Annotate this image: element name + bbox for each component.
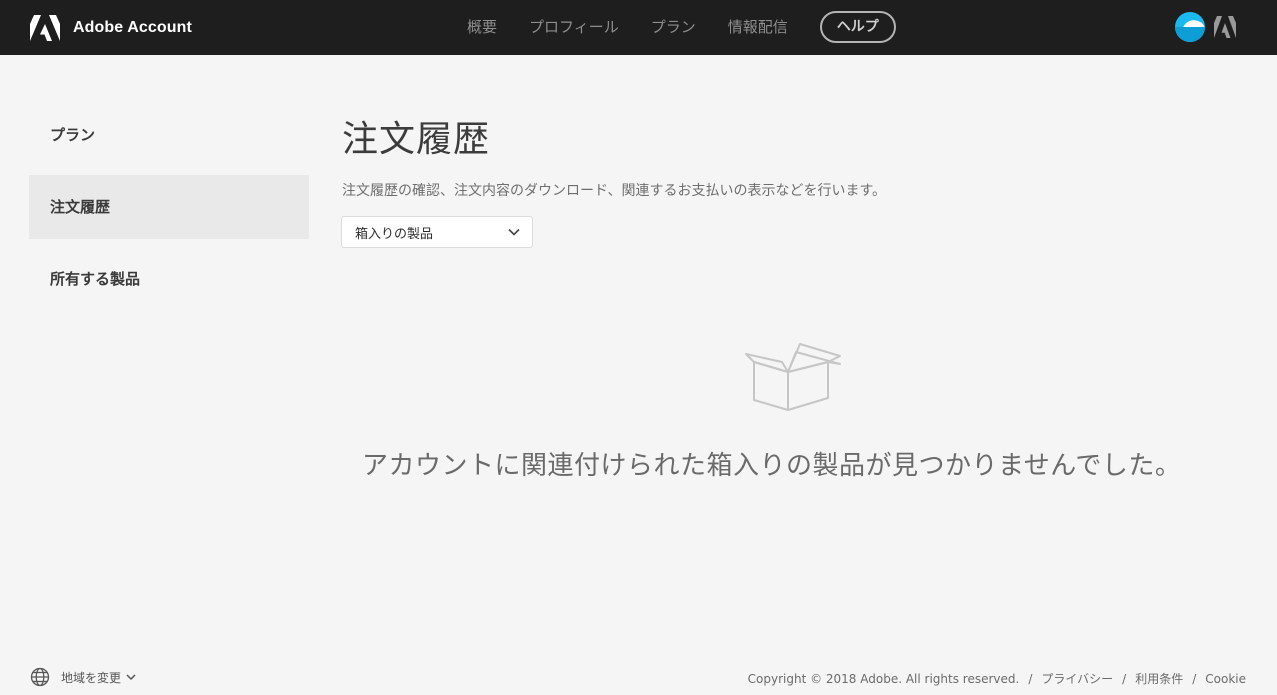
separator: / (1028, 671, 1033, 686)
footer-links: Copyright © 2018 Adobe. All rights reser… (748, 670, 1246, 687)
adobe-logo-icon (30, 15, 60, 41)
chevron-down-icon (126, 674, 136, 681)
page-description: 注文履歴の確認、注文内容のダウンロード、関連するお支払いの表示などを行います。 (342, 183, 887, 199)
nav-communications[interactable]: 情報配信 (728, 10, 788, 44)
terms-link[interactable]: 利用条件 (1135, 670, 1183, 687)
cookie-link[interactable]: Cookie (1205, 672, 1246, 686)
change-region-button[interactable]: 地域を変更 (30, 667, 136, 687)
sidebar-item-order-history[interactable]: 注文履歴 (29, 175, 309, 239)
sidebar-item-plans[interactable]: プラン (29, 103, 309, 167)
page-title: 注文履歴 (342, 119, 491, 160)
nav-profile[interactable]: プロフィール (529, 10, 619, 44)
privacy-link[interactable]: プライバシー (1041, 670, 1113, 687)
chevron-down-icon (508, 228, 520, 236)
top-navigation-bar: Adobe Account 概要 プロフィール プラン 情報配信 ヘルプ (0, 0, 1277, 55)
copyright-text: Copyright © 2018 Adobe. All rights reser… (747, 671, 1020, 686)
brand-title: Adobe Account (73, 19, 192, 36)
region-label: 地域を変更 (61, 670, 122, 685)
sidebar-item-owned-products[interactable]: 所有する製品 (29, 247, 309, 311)
nav-plans[interactable]: プラン (651, 10, 696, 44)
separator: / (1192, 671, 1197, 686)
sidebar: プラン 注文履歴 所有する製品 (29, 103, 309, 319)
main-nav: 概要 プロフィール プラン 情報配信 ヘルプ (467, 10, 896, 44)
globe-icon (30, 667, 50, 687)
user-avatar[interactable] (1175, 12, 1205, 42)
adobe-apps-icon[interactable] (1214, 16, 1236, 38)
empty-state-message: アカウントに関連付けられた箱入りの製品が見つかりませんでした。 (362, 451, 1182, 481)
dropdown-selected-value: 箱入りの製品 (355, 226, 434, 242)
help-button[interactable]: ヘルプ (819, 11, 896, 43)
separator: / (1122, 671, 1127, 686)
adobe-account-home-link[interactable]: Adobe Account (30, 14, 192, 42)
empty-box-icon (745, 343, 841, 411)
nav-overview[interactable]: 概要 (467, 10, 497, 44)
product-type-dropdown[interactable]: 箱入りの製品 (341, 216, 533, 248)
